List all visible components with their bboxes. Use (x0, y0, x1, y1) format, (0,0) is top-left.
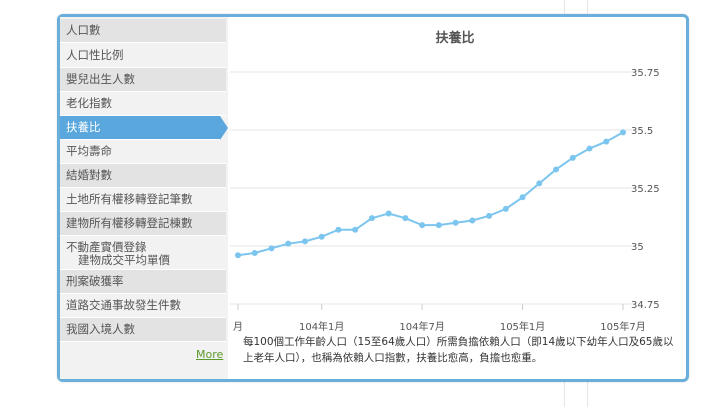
data-point (553, 166, 560, 173)
sidebar-item[interactable]: 人口性比例 (60, 44, 226, 68)
sidebar-item[interactable]: 不動產實價登錄 建物成交平均單價 (60, 236, 226, 270)
x-tick-label: 105年7月 (600, 320, 645, 333)
data-point (586, 145, 593, 152)
series-line (237, 131, 624, 257)
sidebar-item-label: 扶養比 (66, 120, 101, 134)
data-point (620, 129, 626, 136)
sidebar-item[interactable]: 扶養比 (60, 116, 228, 140)
sidebar-item-label: 建物成交平均單價 (78, 253, 170, 267)
sidebar-item[interactable]: 道路交通事故發生件數 (60, 294, 226, 318)
data-point (536, 180, 543, 187)
sidebar-item-label: 不動產實價登錄 (66, 240, 147, 254)
data-point (301, 238, 308, 245)
data-point (452, 219, 459, 226)
data-point (519, 194, 526, 201)
data-point (251, 249, 258, 256)
sidebar-item-label: 刑案破獲率 (66, 274, 124, 288)
x-tick-label: 104年1月 (299, 320, 344, 333)
data-point (368, 215, 375, 222)
data-point (486, 212, 493, 219)
sidebar-item-label: 建物所有權移轉登記棟數 (66, 216, 193, 230)
sidebar-item[interactable]: 結婚對數 (60, 164, 226, 188)
dependency-ratio-chart: 35.75 35.5 35.25 35 34.75 月 104年1月 104年7月 105年1月… (230, 68, 660, 333)
x-tick-label: 105年1月 (500, 320, 545, 333)
data-point (603, 138, 610, 145)
sidebar-item[interactable]: 老化指數 (60, 92, 226, 116)
sidebar-item-label: 結婚對數 (66, 168, 112, 182)
data-point (469, 217, 476, 224)
data-point (335, 226, 342, 233)
sidebar-item-label: 道路交通事故發生件數 (66, 298, 181, 312)
sidebar-item-label: 平均壽命 (66, 144, 112, 158)
data-point (318, 233, 325, 240)
indicator-sidebar: 人口數人口性比例嬰兒出生人數 老化指數平均壽命結婚對數土地所有權移轉登記筆數 建物所… (60, 17, 228, 379)
y-tick-label: 35.25 (631, 184, 660, 195)
sidebar-item[interactable]: 土地所有權移轉登記筆數 (60, 188, 226, 212)
sidebar-item[interactable]: 平均壽命 (60, 140, 226, 164)
y-tick-label: 35.5 (631, 126, 653, 137)
sidebar-item[interactable]: 人口數 (60, 19, 226, 43)
sidebar-item-label: 人口性比例 (66, 48, 124, 62)
data-point (502, 205, 509, 212)
chart-description: 每100個工作年齡人口（15至64歲人口）所需負擔依賴人口（即14歲以下幼年人口… (243, 336, 674, 364)
sidebar-item-label: 老化指數 (66, 96, 112, 110)
sidebar-item-label: 土地所有權移轉登記筆數 (66, 192, 193, 206)
data-point (419, 222, 426, 229)
sidebar-item-label: 我國入境人數 (66, 322, 135, 336)
x-tick-label: 月 (233, 321, 243, 333)
data-point (569, 154, 576, 161)
y-tick-label: 35 (631, 242, 644, 253)
sidebar-item-label: 人口數 (66, 23, 101, 37)
dependency-ratio-panel: 人口數人口性比例嬰兒出生人數 老化指數平均壽命結婚對數土地所有權移轉登記筆數 建物所… (57, 14, 689, 382)
x-tick-label: 104年7月 (399, 320, 444, 333)
y-tick-label: 35.75 (631, 68, 660, 79)
data-point (352, 226, 359, 233)
y-tick-label: 34.75 (631, 300, 660, 311)
data-point (268, 245, 275, 252)
data-point (285, 240, 292, 247)
data-point (402, 215, 409, 222)
data-point (435, 222, 442, 229)
sidebar-item[interactable]: 嬰兒出生人數 (60, 68, 226, 92)
sidebar-item[interactable]: 刑案破獲率 (60, 270, 226, 294)
more-link[interactable]: More (196, 348, 223, 361)
sidebar-item[interactable]: 建物所有權移轉登記棟數 (60, 212, 226, 236)
data-point (385, 210, 392, 217)
data-point (235, 252, 241, 259)
sidebar-item[interactable]: 我國入境人數 (60, 318, 226, 342)
sidebar-item-label: 嬰兒出生人數 (66, 72, 135, 86)
